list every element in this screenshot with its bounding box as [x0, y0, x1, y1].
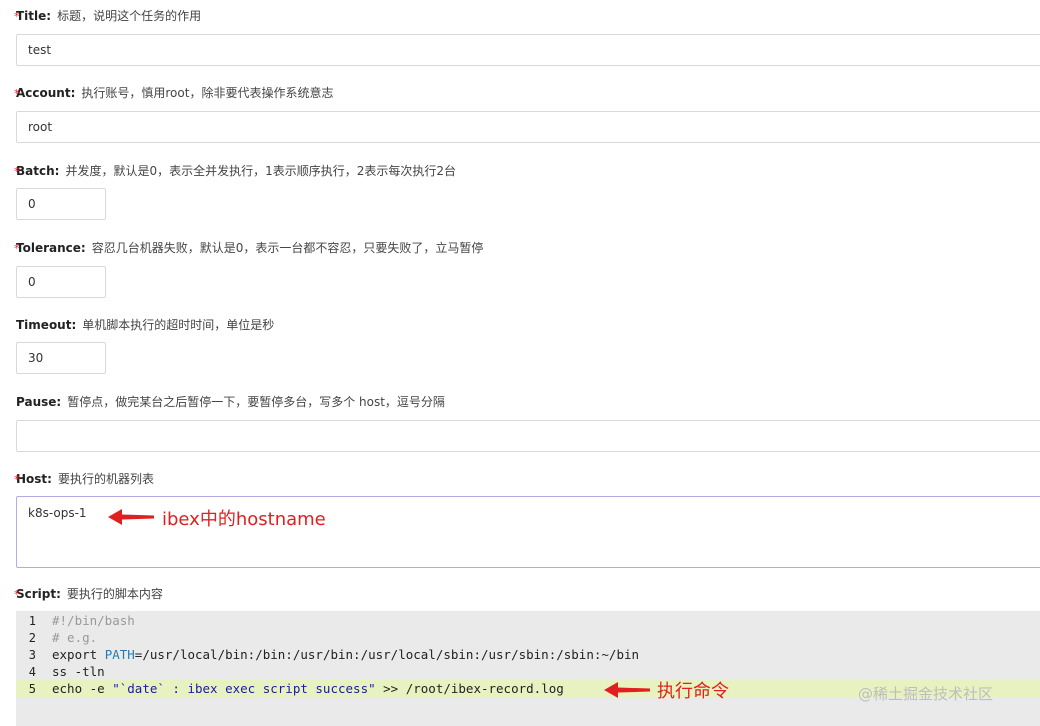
- code-line: 3 export PATH=/usr/local/bin:/bin:/usr/b…: [16, 646, 1040, 663]
- code-text: # e.g.: [52, 630, 98, 645]
- account-key: Account:: [16, 86, 76, 100]
- required-mark: *: [14, 588, 20, 601]
- code-variable: PATH: [104, 647, 135, 662]
- code-line: 4 ss -tln: [16, 663, 1040, 680]
- code-rest: =/usr/local/bin:/bin:/usr/bin:/usr/local…: [134, 647, 640, 662]
- required-mark: *: [14, 10, 20, 23]
- watermark: @稀土掘金技术社区: [858, 685, 994, 703]
- batch-label: * Batch: 并发度，默认是0，表示全并发执行，1表示顺序执行，2表示每次执行…: [14, 163, 456, 179]
- host-value: k8s-ops-1: [28, 506, 87, 520]
- line-number: 1: [28, 613, 36, 628]
- script-desc: 要执行的脚本内容: [66, 587, 163, 601]
- required-mark: *: [14, 165, 20, 178]
- batch-key: Batch:: [16, 164, 60, 178]
- tolerance-input[interactable]: 0: [16, 266, 106, 298]
- batch-value: 0: [28, 197, 36, 211]
- line-number: 5: [28, 681, 36, 696]
- script-annotation-arrow-icon: [604, 682, 650, 698]
- timeout-label: Timeout: 单机脚本执行的超时时间，单位是秒: [16, 317, 274, 333]
- code-string: "`date` : ibex exec script success": [112, 681, 376, 696]
- pause-desc: 暂停点，做完某台之后暂停一下，要暂停多台，写多个 host，逗号分隔: [67, 395, 445, 409]
- host-annotation: ibex中的hostname: [162, 509, 326, 530]
- timeout-value: 30: [28, 351, 44, 365]
- account-value: root: [28, 120, 53, 134]
- code-keyword: export: [52, 647, 105, 662]
- batch-input[interactable]: 0: [16, 188, 106, 220]
- batch-desc: 并发度，默认是0，表示全并发执行，1表示顺序执行，2表示每次执行2台: [65, 164, 456, 178]
- tolerance-value: 0: [28, 275, 36, 289]
- account-label: * Account: 执行账号，慎用root，除非要代表操作系统意志: [14, 85, 334, 101]
- required-mark: *: [14, 242, 20, 255]
- host-key: Host:: [16, 472, 52, 486]
- host-desc: 要执行的机器列表: [57, 472, 154, 486]
- script-label: * Script: 要执行的脚本内容: [14, 586, 163, 602]
- title-key: Title:: [16, 9, 52, 23]
- account-desc: 执行账号，慎用root，除非要代表操作系统意志: [81, 86, 334, 100]
- title-label: * Title: 标题，说明这个任务的作用: [14, 8, 202, 24]
- pause-label: Pause: 暂停点，做完某台之后暂停一下，要暂停多台，写多个 host，逗号分隔: [16, 394, 445, 410]
- pause-input[interactable]: [16, 420, 1040, 452]
- account-input[interactable]: root: [16, 111, 1040, 143]
- required-mark: *: [14, 473, 20, 486]
- pause-key: Pause:: [16, 395, 62, 409]
- host-label: * Host: 要执行的机器列表: [14, 471, 154, 487]
- host-annotation-arrow-icon: [108, 509, 154, 525]
- timeout-desc: 单机脚本执行的超时时间，单位是秒: [82, 318, 275, 332]
- code-line: 2 # e.g.: [16, 629, 1040, 646]
- required-mark: *: [14, 87, 20, 100]
- script-annotation: 执行命令: [657, 681, 729, 702]
- tolerance-desc: 容忍几台机器失败，默认是0，表示一台都不容忍，只要失败了，立马暂停: [91, 241, 484, 255]
- title-desc: 标题，说明这个任务的作用: [57, 9, 202, 23]
- code-text: export PATH=/usr/local/bin:/bin:/usr/bin…: [44, 647, 639, 662]
- script-key: Script:: [16, 587, 61, 601]
- tolerance-label: * Tolerance: 容忍几台机器失败，默认是0，表示一台都不容忍，只要失败了…: [14, 240, 484, 256]
- code-text: ss -tln: [52, 664, 105, 679]
- code-rest: >> /root/ibex-record.log: [375, 681, 564, 696]
- timeout-input[interactable]: 30: [16, 342, 106, 374]
- line-number: 2: [28, 630, 36, 645]
- title-value: test: [28, 43, 52, 57]
- code-line: 1 #!/bin/bash: [16, 612, 1040, 629]
- script-editor[interactable]: 1 #!/bin/bash 2 # e.g. 3 export PATH=/us…: [16, 611, 1040, 726]
- code-text: #!/bin/bash: [52, 613, 135, 628]
- timeout-key: Timeout:: [16, 318, 77, 332]
- title-input[interactable]: test: [16, 34, 1040, 66]
- line-number: 4: [28, 664, 36, 679]
- code-keyword: echo -e: [52, 681, 113, 696]
- tolerance-key: Tolerance:: [16, 241, 86, 255]
- line-number: 3: [28, 647, 36, 662]
- code-text: echo -e "`date` : ibex exec script succe…: [44, 681, 564, 696]
